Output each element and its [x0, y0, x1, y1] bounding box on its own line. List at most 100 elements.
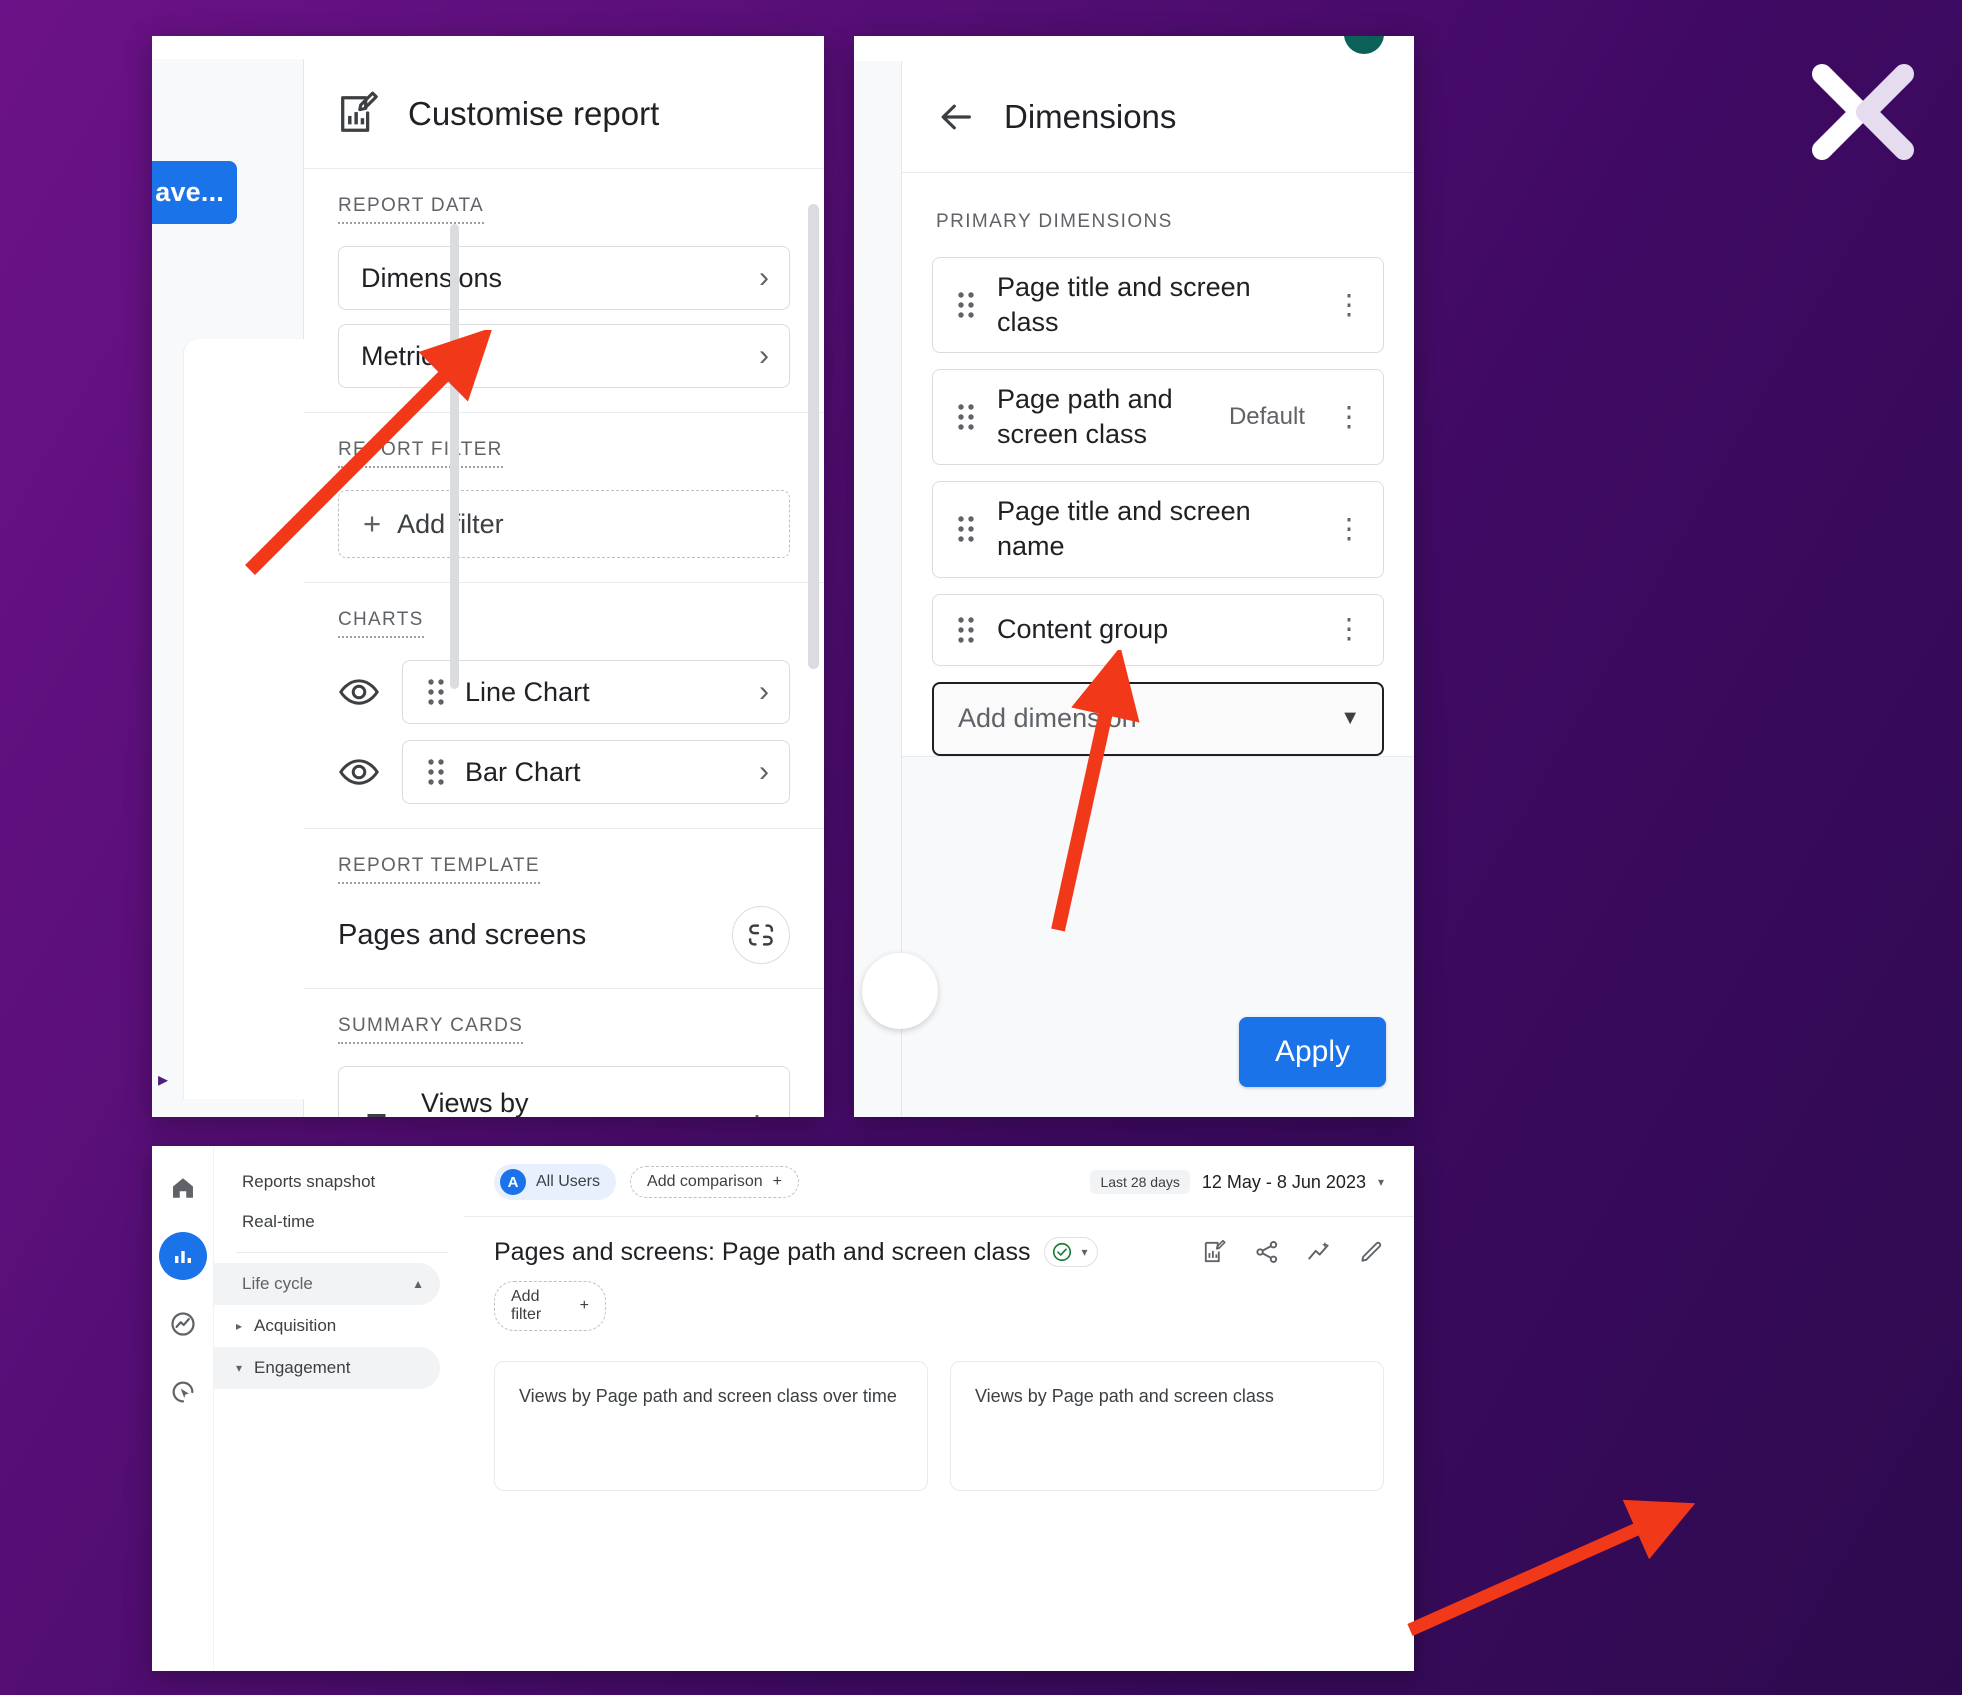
audience-avatar: A [500, 1169, 526, 1195]
bar-chart-label: Bar Chart [465, 756, 581, 787]
dimension-item[interactable]: Page title and screen class ⋮ [932, 257, 1384, 354]
chevron-right-icon: › [759, 339, 769, 372]
summary-card-item[interactable]: Views by Page title and screen c... ⋮ [338, 1066, 790, 1117]
bar-chart-row: Bar Chart › [338, 740, 790, 804]
drag-handle-icon[interactable] [955, 401, 977, 433]
panel-scrollbar[interactable] [808, 204, 819, 669]
check-circle-icon [1053, 1242, 1072, 1262]
plus-icon: + [772, 1173, 782, 1190]
add-filter-button[interactable]: Add filter + [494, 1281, 606, 1331]
app-rail [152, 1146, 214, 1671]
report-card[interactable]: Views by Page path and screen class [950, 1361, 1384, 1491]
nav-label: Acquisition [254, 1316, 337, 1335]
explore-icon[interactable] [159, 1300, 207, 1348]
dimension-item[interactable]: Page path and screen class Default ⋮ [932, 369, 1384, 466]
charts-section: CHARTS Line Chart › Bar Chart › [304, 583, 824, 829]
primary-dimensions-label: PRIMARY DIMENSIONS [936, 211, 1173, 232]
dimensions-panel: Dimensions PRIMARY DIMENSIONS Page title… [854, 36, 1414, 1117]
nav-reports-snapshot[interactable]: Reports snapshot [214, 1162, 464, 1202]
charts-label: CHARTS [338, 609, 424, 638]
dimensions-row[interactable]: Dimensions › [338, 246, 790, 310]
plus-icon: + [363, 506, 382, 541]
more-options-icon[interactable]: ⋮ [1335, 515, 1363, 543]
plus-icon: + [579, 1297, 589, 1314]
add-dimension-select[interactable]: Add dimension ▼ [932, 681, 1384, 756]
expand-caret-icon[interactable]: ▸ [158, 1067, 168, 1092]
metrics-row[interactable]: Metrics › [338, 324, 790, 388]
nav-group-life-cycle[interactable]: Life cycle ▲ [214, 1263, 440, 1305]
customise-report-panel: ave... ▸ Customise report REPORT DATA Di… [152, 36, 824, 1117]
nav-divider [236, 1252, 448, 1253]
link-template-button[interactable] [732, 906, 790, 964]
broken-link-icon [748, 924, 774, 946]
eye-icon[interactable] [338, 751, 380, 793]
left-panel-gutter: ave... ▸ [152, 59, 384, 1117]
report-template-section: REPORT TEMPLATE Pages and screens [304, 829, 824, 989]
nav-label: Engagement [254, 1358, 351, 1377]
advertising-icon[interactable] [159, 1368, 207, 1416]
dimension-item[interactable]: Content group ⋮ [932, 593, 1384, 666]
drag-handle-icon[interactable] [955, 289, 977, 321]
nav-label: Reports snapshot [242, 1172, 376, 1191]
edit-pencil-icon[interactable] [1358, 1239, 1384, 1265]
add-comparison-button[interactable]: Add comparison + [630, 1166, 799, 1198]
customise-report-icon [341, 91, 378, 132]
summary-card-line1: Views by [421, 1085, 529, 1117]
drag-handle-icon[interactable] [955, 614, 977, 646]
dimension-name: Page title and screen name [997, 496, 1251, 562]
summary-cards-label: SUMMARY CARDS [338, 1015, 524, 1044]
panel-scrollbar-left[interactable] [450, 224, 459, 689]
drag-handle-icon[interactable] [425, 756, 447, 788]
customise-report-icon[interactable] [1202, 1239, 1228, 1265]
default-tag: Default [1228, 403, 1305, 431]
report-main: A All Users Add comparison + Last 28 day… [464, 1146, 1414, 1671]
add-dimension-label: Add dimension [958, 703, 1137, 734]
nav-item-engagement[interactable]: ▾ Engagement [214, 1347, 440, 1389]
insights-icon[interactable] [1306, 1239, 1332, 1265]
dimension-name: Page path and screen class [997, 384, 1173, 450]
drag-handle-icon[interactable] [425, 676, 447, 708]
audience-label: All Users [536, 1173, 601, 1190]
nav-item-acquisition[interactable]: ▸ Acquisition [214, 1305, 464, 1347]
report-data-label: REPORT DATA [338, 195, 484, 224]
dimension-name: Page title and screen class [997, 272, 1251, 338]
ga4-report-panel: Reports snapshot Real-time Life cycle ▲ … [152, 1146, 1414, 1671]
page-title: Pages and screens: Page path and screen … [494, 1237, 1031, 1266]
back-arrow-icon[interactable] [936, 97, 976, 137]
dimension-item[interactable]: Page title and screen name ⋮ [932, 481, 1384, 578]
more-options-icon[interactable]: ⋮ [1335, 402, 1363, 430]
report-template-label: REPORT TEMPLATE [338, 855, 540, 884]
dimension-name: Content group [997, 614, 1169, 645]
chevron-up-icon: ▲ [412, 1277, 424, 1291]
save-button[interactable]: ave... [152, 161, 237, 224]
audience-chip[interactable]: A All Users [494, 1164, 617, 1200]
home-icon[interactable] [159, 1164, 207, 1212]
report-template-name: Pages and screens [338, 918, 587, 951]
share-icon[interactable] [1254, 1239, 1280, 1265]
report-card[interactable]: Views by Page path and screen class over… [494, 1361, 928, 1491]
report-filter-label: REPORT FILTER [338, 439, 503, 468]
card-title: Views by Page path and screen class [975, 1386, 1274, 1406]
add-comparison-label: Add comparison [647, 1173, 763, 1190]
right-panel-top-strip [854, 36, 1414, 61]
customise-report-header: Customise report [304, 59, 824, 169]
add-filter-label: Add filter [511, 1288, 542, 1323]
more-options-icon[interactable]: ⋮ [1335, 615, 1363, 643]
more-options-icon[interactable]: ⋮ [743, 1111, 771, 1117]
date-range-picker[interactable]: Last 28 days 12 May - 8 Jun 2023 ▾ [1090, 1170, 1384, 1194]
more-options-icon[interactable]: ⋮ [1335, 290, 1363, 318]
chevron-down-icon: ▼ [1340, 707, 1360, 730]
line-chart-card[interactable]: Line Chart › [402, 660, 790, 724]
add-filter-button[interactable]: + Add filter [338, 490, 790, 558]
feedback-button[interactable] [862, 953, 938, 1029]
summary-cards-section: SUMMARY CARDS Views by Page title and sc… [304, 989, 824, 1117]
reports-icon[interactable] [158, 1232, 207, 1280]
nav-group-label: Life cycle [242, 1274, 313, 1293]
eye-icon[interactable] [338, 671, 380, 713]
apply-button[interactable]: Apply [1238, 1017, 1386, 1087]
nav-real-time[interactable]: Real-time [214, 1202, 464, 1242]
status-badge[interactable]: ▾ [1044, 1237, 1099, 1267]
drag-handle-icon[interactable] [955, 513, 977, 545]
avatar[interactable] [1344, 36, 1384, 54]
bar-chart-card[interactable]: Bar Chart › [402, 740, 790, 804]
